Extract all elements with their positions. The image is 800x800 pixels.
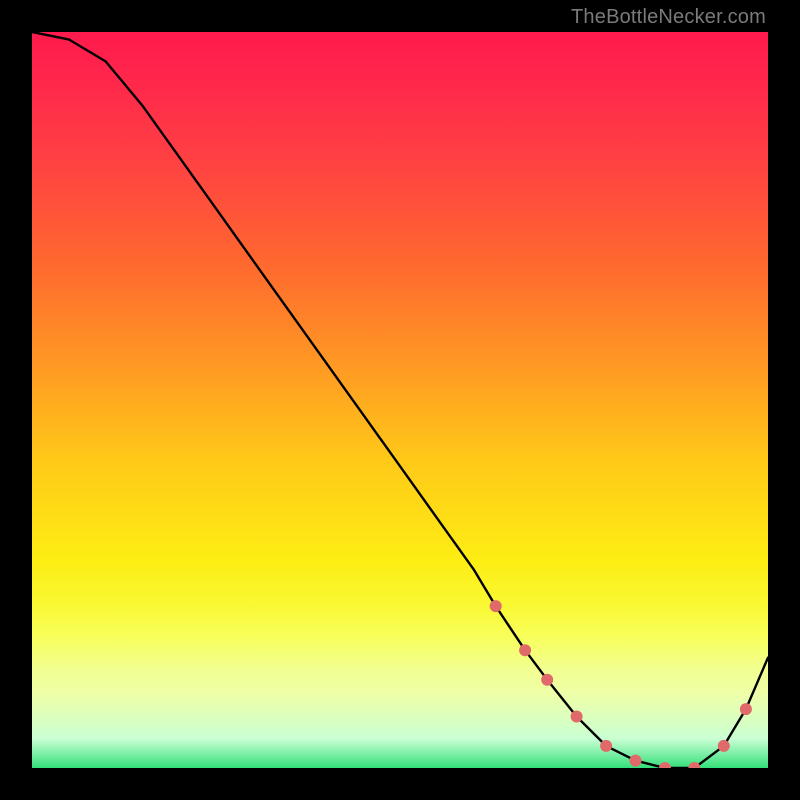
highlight-dots-group (490, 600, 752, 768)
watermark-text: TheBottleNecker.com (571, 6, 766, 29)
plot-lower-wash (32, 606, 768, 768)
bottleneck-curve (32, 32, 768, 768)
highlight-dot (571, 711, 583, 723)
highlight-dot (688, 762, 700, 768)
highlight-dot (630, 755, 642, 767)
highlight-dot (600, 740, 612, 752)
chart-svg (32, 32, 768, 768)
highlight-dot (490, 600, 502, 612)
highlight-dot (740, 703, 752, 715)
highlight-dot (519, 644, 531, 656)
plot-area (32, 32, 768, 768)
chart-frame: TheBottleNecker.com (0, 0, 800, 800)
highlight-dot (718, 740, 730, 752)
highlight-dot (659, 762, 671, 768)
highlight-dot (541, 674, 553, 686)
